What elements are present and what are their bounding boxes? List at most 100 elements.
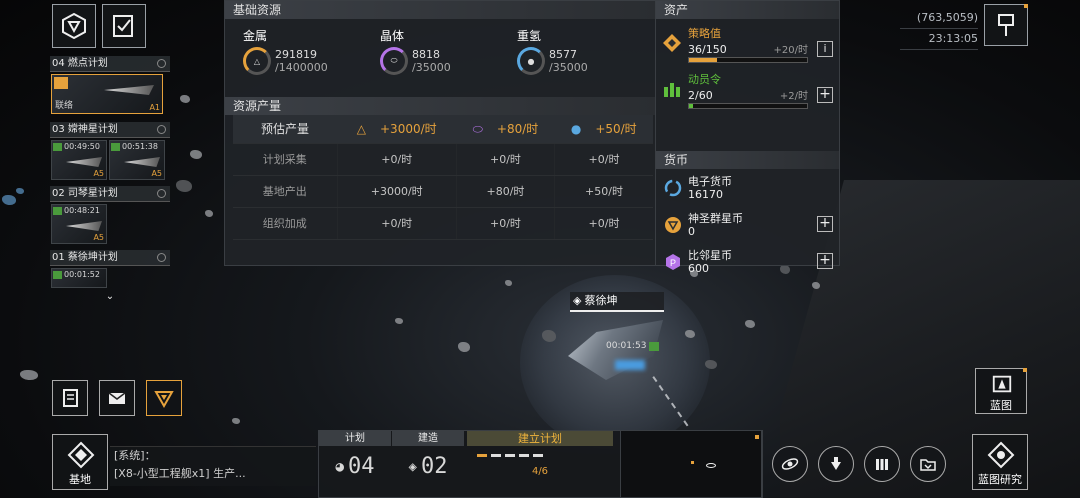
crystal-gauge-icon: ⬭: [380, 47, 408, 75]
galaxy-button[interactable]: [772, 446, 808, 482]
resource-value: 8577: [549, 48, 577, 61]
card-level: A5: [93, 233, 104, 242]
alliance-button[interactable]: [146, 380, 182, 416]
minimap-dot: [691, 461, 694, 464]
notes-button[interactable]: [52, 380, 88, 416]
deuterium-gauge-icon: ●: [517, 47, 545, 75]
timer-text: 00:51:38: [122, 142, 158, 151]
base-button[interactable]: 基地: [52, 434, 108, 490]
base-name-tag[interactable]: ◈ 蔡徐坤: [570, 292, 664, 312]
notepad-icon: [63, 389, 78, 407]
resource-deuterium[interactable]: 重氢 ● 8577/35000: [517, 27, 654, 97]
resource-metal[interactable]: 金属 △ 291819/1400000: [243, 27, 380, 97]
header-label: 预估产量: [233, 115, 337, 144]
currency-value: 0: [688, 224, 695, 238]
card-level: A5: [151, 169, 162, 178]
asteroid: [705, 360, 717, 369]
asteroid: [812, 282, 820, 289]
build-icon: ◈: [408, 458, 417, 475]
resource-cap: /35000: [549, 61, 588, 74]
cell: +80/时: [455, 175, 555, 208]
production-table: 预估产量 △ +3000/时 ⬭ +80/时 ● +50/时 计划采集 +0/时 +0/时…: [233, 115, 653, 240]
resource-cap: /1400000: [275, 61, 328, 74]
blueprint-label: 蓝图: [990, 399, 1012, 412]
tab-establish-plan[interactable]: 建立计划 4/6: [467, 431, 613, 498]
metal-rate: +3000/时: [380, 122, 437, 137]
asset-mobilization: 动员令 2/60 +2/时 +: [656, 65, 839, 111]
expand-chevron-icon[interactable]: ⌄: [50, 292, 170, 302]
notify-dot: [1023, 368, 1027, 372]
minimap[interactable]: [620, 430, 762, 498]
ship-thumbnail: [104, 85, 154, 95]
table-row: 基地产出 +3000/时 +80/时 +50/时: [233, 175, 653, 208]
fleet-button[interactable]: [818, 446, 854, 482]
tab-build[interactable]: 建造 ◈ 02: [392, 431, 464, 498]
currency-value: 16170: [688, 187, 723, 201]
row-label: 计划采集: [233, 143, 337, 176]
storage-button[interactable]: [910, 446, 946, 482]
map-marker-button[interactable]: [984, 4, 1028, 46]
plan-card[interactable]: 00:49:50 A5: [51, 140, 107, 180]
metal-gauge-icon: △: [243, 47, 271, 75]
tab-count: 04: [347, 454, 375, 479]
blueprint-research-button[interactable]: 蓝图研究: [972, 434, 1028, 490]
resource-value: 291819: [275, 48, 317, 61]
add-mobilization-button[interactable]: +: [817, 87, 833, 103]
plan-header[interactable]: 02 司琴星计划: [50, 186, 170, 202]
timer-icon: [53, 142, 62, 151]
strategy-button[interactable]: [52, 4, 96, 48]
base-diamond-icon: ◈: [573, 294, 582, 307]
coordinates[interactable]: (763,5059): [900, 8, 978, 29]
tab-plan[interactable]: 计划 ◕ 04: [319, 431, 391, 498]
plan-header[interactable]: 01 蔡徐坤计划: [50, 250, 170, 266]
guild-button[interactable]: [864, 446, 900, 482]
plan-card[interactable]: 联络 A1: [51, 74, 163, 114]
add-proxima-coin-button[interactable]: +: [817, 253, 833, 269]
resource-value: 8818: [412, 48, 440, 61]
chat-message-box[interactable]: [系统]： [X8-小型工程舰x1] 生产...: [110, 446, 316, 486]
asteroid: [395, 318, 403, 324]
timer-text: 00:48:21: [64, 206, 100, 215]
resource-crystal[interactable]: 晶体 ⬭ 8818/35000: [380, 27, 517, 97]
cell: +0/时: [455, 207, 555, 240]
table-header-row: 预估产量 △ +3000/时 ⬭ +80/时 ● +50/时: [233, 115, 653, 144]
hex-target-icon: [62, 12, 86, 40]
card-timer: 00:49:50: [53, 142, 100, 151]
base-resources-title: 基础资源: [225, 1, 655, 19]
add-sacred-coin-button[interactable]: +: [817, 216, 833, 232]
tasks-button[interactable]: [102, 4, 146, 48]
mail-button[interactable]: [99, 380, 135, 416]
asset-value: 36/150: [688, 43, 727, 56]
plan-header[interactable]: 03 嫦神星计划: [50, 122, 170, 138]
resource-name: 金属: [243, 29, 268, 43]
research-icon: [987, 441, 1015, 469]
electronic-currency-icon: [664, 179, 682, 196]
timer-text: 00:01:53: [606, 341, 647, 351]
cell: +0/时: [336, 207, 457, 240]
strategy-diamond-icon: [663, 34, 681, 52]
assets-column: 资产 策略值 36/150 +20/时 i 动员令 2/60 +2/时 + 货币 电…: [655, 1, 839, 275]
mail-icon: [108, 392, 126, 404]
strategy-bar: [688, 57, 808, 63]
plan-header[interactable]: 04 燃点计划: [50, 56, 170, 72]
card-level: A5: [93, 169, 104, 178]
plan-status-dot: [157, 59, 166, 68]
blueprint-button[interactable]: 蓝图: [975, 368, 1027, 414]
plan-card[interactable]: 00:01:52: [51, 268, 107, 288]
base-label: 基地: [69, 473, 91, 486]
formation-icon: [54, 77, 68, 89]
asset-rate: +20/时: [773, 45, 808, 56]
table-row: 计划采集 +0/时 +0/时 +0/时: [233, 143, 653, 176]
ship-thumbnail: [124, 157, 160, 167]
checklist-icon: [113, 15, 133, 37]
plan-card[interactable]: 00:51:38 A5: [109, 140, 165, 180]
timer-text: 00:01:52: [64, 270, 100, 279]
minimap-viewport: [706, 463, 716, 468]
sacred-star-coin-icon: [665, 216, 681, 233]
mobilization-bar: [688, 103, 808, 109]
blueprint-icon: [992, 375, 1012, 393]
asset-value: 2/60: [688, 89, 713, 102]
info-button[interactable]: i: [817, 41, 833, 57]
plan-card[interactable]: 00:48:21 A5: [51, 204, 107, 244]
currency-title: 货币: [656, 151, 839, 169]
